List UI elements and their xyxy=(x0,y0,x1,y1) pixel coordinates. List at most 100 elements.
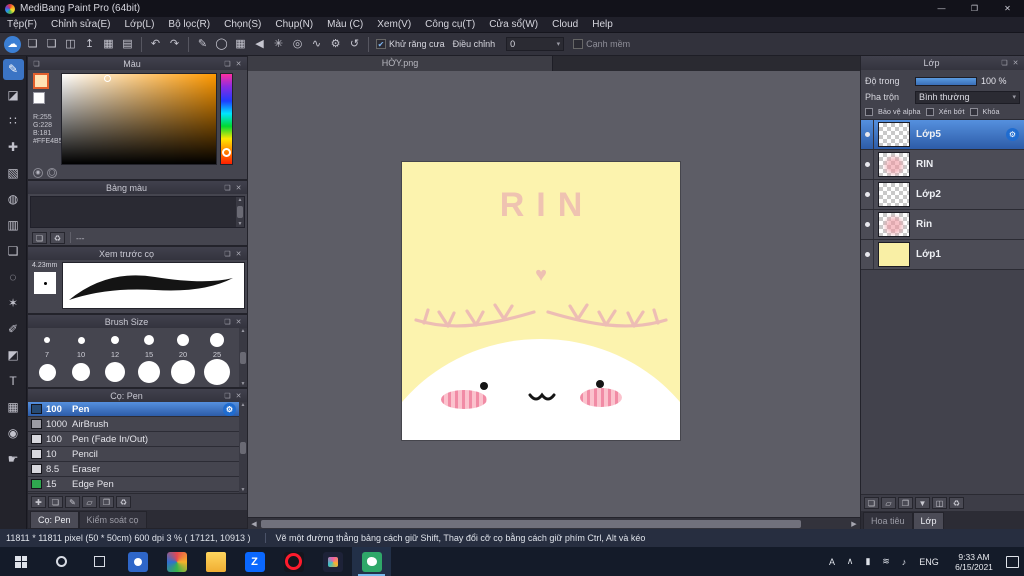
brush-item-pen[interactable]: 100 Pen ⚙ xyxy=(28,402,239,417)
new-layer-button[interactable]: ❏ xyxy=(864,497,879,509)
menu-color[interactable]: Màu (C) xyxy=(320,17,370,33)
antialias-checkbox[interactable]: ✔ xyxy=(376,39,386,49)
brush-settings-gear-icon[interactable]: ⚙ xyxy=(223,403,236,416)
background-color-swatch[interactable] xyxy=(33,92,45,104)
taskbar-app-people[interactable] xyxy=(118,547,157,576)
brush-item-eraser[interactable]: 8.5 Eraser xyxy=(28,462,239,477)
brush-list-scrollbar[interactable]: ▲ ▼ xyxy=(239,402,247,493)
artwork[interactable]: RIN ♥ xyxy=(402,162,680,440)
language-indicator[interactable]: ENG xyxy=(916,557,942,567)
ellipse-snap-icon[interactable]: ◯ xyxy=(212,35,231,54)
vanish-snap-icon[interactable]: ◎ xyxy=(288,35,307,54)
minimize-button[interactable]: — xyxy=(925,0,958,17)
gradient-tool[interactable]: ▥ xyxy=(3,215,24,236)
canvas-viewport[interactable]: RIN ♥ xyxy=(248,71,860,517)
layer-settings-gear-icon[interactable]: ⚙ xyxy=(1006,128,1019,141)
taskbar-app-medibang[interactable] xyxy=(352,547,391,576)
brush-size-scrollbar[interactable]: ▲ ▼ xyxy=(239,328,247,387)
export-icon[interactable]: ↥ xyxy=(80,35,99,54)
adjust-dropdown[interactable]: 0 ▾ xyxy=(506,37,564,51)
layer-visibility-toggle[interactable] xyxy=(861,240,874,269)
snap-reset-icon[interactable]: ↺ xyxy=(345,35,364,54)
move-tool[interactable]: ✚ xyxy=(3,137,24,158)
opacity-slider[interactable] xyxy=(915,77,977,86)
scrollbar-thumb[interactable] xyxy=(240,352,246,364)
magic-wand-tool[interactable]: ✶ xyxy=(3,293,24,314)
panel-popout-icon[interactable]: ❏ xyxy=(31,60,42,68)
panel-close-icon[interactable]: ✕ xyxy=(233,392,244,400)
close-button[interactable]: ✕ xyxy=(991,0,1024,17)
search-button[interactable] xyxy=(42,547,80,576)
duplicate-layer-button[interactable]: ❐ xyxy=(898,497,913,509)
cross-snap-icon[interactable]: ✳ xyxy=(269,35,288,54)
new-canvas-icon[interactable]: ❏ xyxy=(23,35,42,54)
taskbar-clock[interactable]: 9:33 AM 6/15/2021 xyxy=(948,552,1000,572)
add-brush-button[interactable]: ✚ xyxy=(31,496,46,508)
brush-size-option[interactable] xyxy=(132,330,166,350)
tab-layers[interactable]: Lớp xyxy=(913,512,945,529)
panel-popout-icon[interactable]: ❏ xyxy=(222,392,233,400)
clipping-checkbox[interactable] xyxy=(926,108,934,116)
scrollbar-thumb[interactable] xyxy=(240,442,246,454)
taskbar-app-explorer[interactable] xyxy=(196,547,235,576)
maximize-button[interactable]: ❐ xyxy=(958,0,991,17)
menu-filter[interactable]: Bộ lọc(R) xyxy=(161,17,217,33)
layer-row-lop5[interactable]: Lớp5 ⚙ xyxy=(861,120,1024,150)
scroll-down-icon[interactable]: ▼ xyxy=(241,381,246,387)
menu-snap[interactable]: Chụp(N) xyxy=(268,17,320,33)
layer-row-rin-caps[interactable]: RIN xyxy=(861,150,1024,180)
brush-size-option[interactable] xyxy=(30,330,64,350)
brush-size-option[interactable] xyxy=(132,359,166,385)
taskbar-app-design[interactable] xyxy=(313,547,352,576)
eraser-tool[interactable]: ◪ xyxy=(3,85,24,106)
canvas-hscrollbar[interactable]: ◀ ▶ xyxy=(248,517,860,529)
layer-row-lop1[interactable]: Lớp1 xyxy=(861,240,1024,270)
dot-pen-tool[interactable]: ∷ xyxy=(3,111,24,132)
taskbar-app-opera[interactable] xyxy=(274,547,313,576)
eyedropper-tool[interactable]: ◉ xyxy=(3,423,24,444)
layer-row-lop2[interactable]: Lớp2 xyxy=(861,180,1024,210)
menu-cloud[interactable]: Cloud xyxy=(545,17,585,33)
battery-icon[interactable]: ▮ xyxy=(862,556,874,567)
select-eraser-tool[interactable]: ◩ xyxy=(3,345,24,366)
save-icon[interactable]: ◫ xyxy=(61,35,80,54)
lasso-tool[interactable]: ◌ xyxy=(3,267,24,288)
blend-mode-dropdown[interactable]: Bình thường ▾ xyxy=(915,91,1020,104)
scrollbar-thumb[interactable] xyxy=(237,206,243,218)
palette-name[interactable]: --- xyxy=(76,233,85,243)
scroll-down-icon[interactable]: ▼ xyxy=(241,487,246,493)
scroll-up-icon[interactable]: ▲ xyxy=(241,328,246,334)
menu-tools[interactable]: Công cụ(T) xyxy=(418,17,482,33)
menu-edit[interactable]: Chỉnh sửa(E) xyxy=(44,17,118,33)
brush-folder-button[interactable]: ▱ xyxy=(82,496,97,508)
panel-popout-icon[interactable]: ❏ xyxy=(222,250,233,258)
brush-size-option[interactable] xyxy=(200,330,234,350)
panel-popout-icon[interactable]: ❏ xyxy=(222,60,233,68)
brush-size-option[interactable] xyxy=(98,330,132,350)
palette-swatch-area[interactable]: ▲ ▼ xyxy=(30,196,245,228)
scroll-up-icon[interactable]: ▲ xyxy=(238,197,243,203)
scroll-down-icon[interactable]: ▼ xyxy=(238,221,243,227)
layer-visibility-toggle[interactable] xyxy=(861,210,874,239)
panel-close-icon[interactable]: ✕ xyxy=(233,60,244,68)
new-folder-button[interactable]: ▱ xyxy=(881,497,896,509)
panel-close-icon[interactable]: ✕ xyxy=(233,184,244,192)
brush-size-option[interactable] xyxy=(64,330,98,350)
brush-size-option[interactable] xyxy=(200,359,234,385)
material-icon[interactable]: ▤ xyxy=(118,35,137,54)
layer-row-rin[interactable]: Rin xyxy=(861,210,1024,240)
duplicate-brush-button[interactable]: ❐ xyxy=(99,496,114,508)
new-brush-button[interactable]: ❏ xyxy=(48,496,63,508)
panel-popout-icon[interactable]: ❏ xyxy=(999,59,1010,67)
layer-visibility-toggle[interactable] xyxy=(861,180,874,209)
undo-icon[interactable]: ↶ xyxy=(146,35,165,54)
input-indicator[interactable]: A xyxy=(826,557,838,567)
hue-slider[interactable] xyxy=(220,73,233,165)
saturation-value-picker[interactable] xyxy=(61,73,217,165)
menu-window[interactable]: Cửa sổ(W) xyxy=(482,17,545,33)
brush-item-pen-fade[interactable]: 100 Pen (Fade In/Out) xyxy=(28,432,239,447)
menu-file[interactable]: Tệp(F) xyxy=(0,17,44,33)
brush-size-option[interactable] xyxy=(98,359,132,385)
panel-close-icon[interactable]: ✕ xyxy=(233,318,244,326)
panel-close-icon[interactable]: ✕ xyxy=(1010,59,1021,67)
